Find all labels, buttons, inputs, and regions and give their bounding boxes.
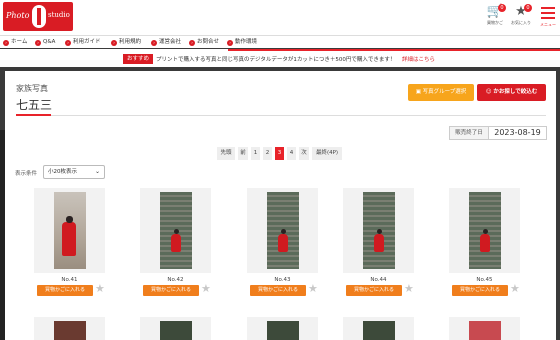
folder-icon: ▣ [415,89,423,95]
photo-group-select-button[interactable]: ▣ 写真グループ選択 [408,84,474,101]
photo-card-partial[interactable] [247,317,318,340]
title-underline [16,114,546,116]
divider [228,49,560,51]
cart-header-button[interactable]: 🛒 買物かご 0 [482,4,508,30]
recommend-tag: おすすめ [123,54,154,64]
favorite-star-icon[interactable]: ★ [201,283,211,295]
pager-page-3[interactable]: 3 [275,147,284,160]
chevron-right-icon: › [227,40,233,46]
photo-thumbnail[interactable] [343,188,414,273]
chevron-right-icon: › [65,40,71,46]
favorite-star-icon[interactable]: ★ [404,283,414,295]
pager-prev[interactable]: 前 [238,147,248,160]
photo-thumbnail[interactable] [140,188,211,273]
main-nav: › ホーム › Q&A › 利用ガイド › 利用規約 › 運営会社 › お問合せ › 動作環境 [0,35,560,48]
chevron-right-icon: › [111,40,117,46]
display-condition-label: 表示条件 [15,171,38,177]
chevron-right-icon: › [35,40,41,46]
nav-item-home[interactable]: › ホーム [3,38,27,46]
pager-last[interactable]: 最終(4P) [312,147,342,160]
chevron-right-icon: › [151,40,157,46]
chevron-right-icon: › [3,40,9,46]
nav-item-guide[interactable]: › 利用ガイド [65,38,101,46]
cart-count-badge: 0 [498,4,506,12]
favorite-star-icon[interactable]: ★ [308,283,318,295]
add-to-cart-button[interactable]: 買物かごに入れる [346,285,402,296]
photo-thumbnail[interactable] [449,188,520,273]
nav-item-terms[interactable]: › 利用規約 [111,38,141,46]
recommend-details-link[interactable]: 詳細はこちら [402,55,435,63]
cart-header-label: 買物かご [487,20,503,25]
chevron-down-icon: ⌄ [94,168,100,175]
recommend-message: プリントで購入する写真と同じ写真のデジタルデータが1カットにつき＋500円で購入… [156,57,396,63]
site-logo[interactable]: Photo studio [3,2,73,31]
main-panel: 家族写真 七五三 ▣ 写真グループ選択 ☺ かお探しで絞込む 販売終了日 202… [5,71,556,340]
face-search-button[interactable]: ☺ かお探しで絞込む [477,84,546,101]
photo-card-partial[interactable] [449,317,520,340]
favorite-star-icon[interactable]: ★ [510,283,520,295]
favorite-count-badge: 0 [524,4,532,12]
nav-item-qa[interactable]: › Q&A [35,38,55,46]
add-to-cart-button[interactable]: 買物かごに入れる [250,285,306,296]
photo-card-partial[interactable] [140,317,211,340]
chevron-right-icon: › [189,40,195,46]
pager-first[interactable]: 先頭 [217,147,235,160]
nav-item-environment[interactable]: › 動作環境 [227,38,257,46]
photo-thumbnail[interactable] [247,188,318,273]
end-date-label: 販売終了日 [449,126,489,140]
favorite-header-label: お気に入り [511,20,531,25]
nav-item-contact[interactable]: › お問合せ [189,38,219,46]
add-to-cart-button[interactable]: 買物かごに入れる [452,285,508,296]
display-condition-select[interactable]: 小20枚表示 ⌄ [43,165,105,179]
logo-emblem-icon [32,5,46,28]
site-header: Photo studio 🛒 買物かご 0 ★ お気に入り 0 メニュー [0,0,560,35]
menu-button[interactable]: メニュー [538,6,558,28]
page-title: 七五三 [16,98,53,112]
pager-page-2[interactable]: 2 [263,147,272,160]
favorite-star-icon[interactable]: ★ [95,283,105,295]
category-label: 家族写真 [16,84,48,93]
photo-card-partial[interactable] [343,317,414,340]
photo-card-partial[interactable] [34,317,105,340]
end-date-value: 2023-08-19 [489,126,547,140]
nav-item-company[interactable]: › 運営会社 [151,38,181,46]
add-to-cart-button[interactable]: 買物かごに入れる [37,285,93,296]
pager-page-1[interactable]: 1 [251,147,260,160]
menu-label: メニュー [540,22,556,27]
pager-next[interactable]: 次 [299,147,309,160]
photo-thumbnail[interactable] [34,188,105,273]
recommend-bar: おすすめ プリントで購入する写真と同じ写真のデジタルデータが1カットにつき＋50… [0,49,560,67]
pager-page-4[interactable]: 4 [287,147,296,160]
logo-text-right: studio [48,11,70,19]
logo-text-left: Photo [6,11,30,20]
favorite-header-button[interactable]: ★ お気に入り 0 [508,4,534,30]
add-to-cart-button[interactable]: 買物かごに入れる [143,285,199,296]
